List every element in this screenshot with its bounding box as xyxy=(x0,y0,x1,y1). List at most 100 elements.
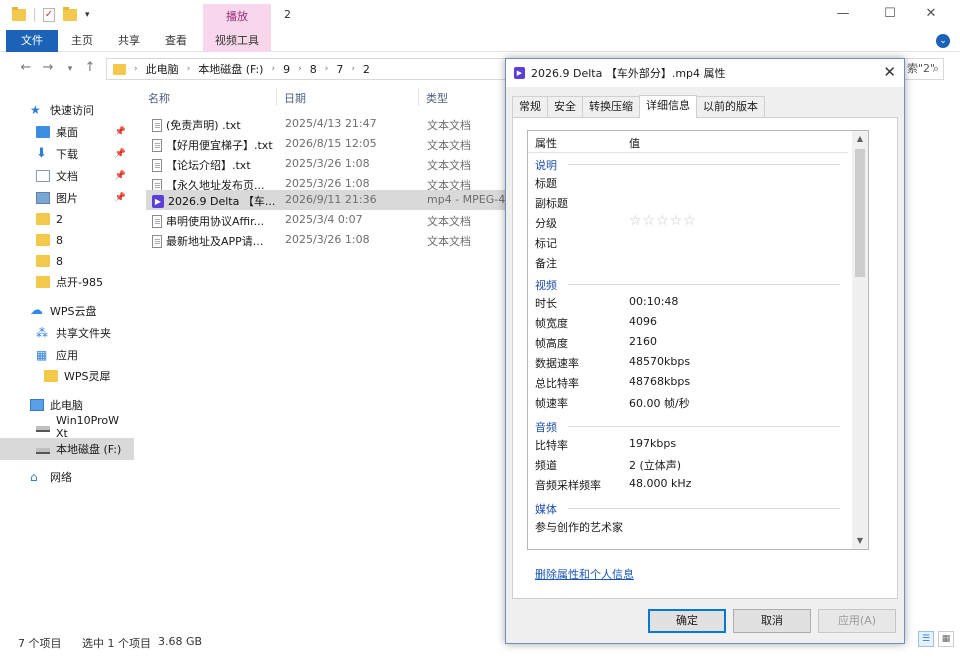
forward-arrow-icon[interactable]: → xyxy=(40,60,56,75)
sidebar-item-downloads[interactable]: ⬇ 下载 📌 xyxy=(0,143,134,165)
sidebar-item-folder-2[interactable]: 2 xyxy=(0,208,134,230)
column-divider[interactable] xyxy=(276,88,277,106)
property-row[interactable]: 帧宽度 4096 xyxy=(528,312,848,332)
tab-convert-compress[interactable]: 转换压缩 xyxy=(582,96,640,117)
property-row[interactable]: 音频采样频率 48.000 kHz xyxy=(528,474,848,494)
minimize-icon[interactable]: — xyxy=(828,6,858,21)
sidebar-item-label: 共享文件夹 xyxy=(56,327,111,340)
address-bar[interactable]: › 此电脑 › 本地磁盘 (F:) › 9 › 8 › 7 › 2 xyxy=(106,58,506,80)
property-row[interactable]: 备注 xyxy=(528,252,848,272)
file-row[interactable]: 【论坛介绍】.txt 2025/3/26 1:08 文本文档 xyxy=(146,154,510,174)
sidebar-item-this-pc[interactable]: 此电脑 xyxy=(0,394,134,416)
sidebar-item-desktop[interactable]: 桌面 📌 xyxy=(0,121,134,143)
tab-file[interactable]: 文件 xyxy=(6,30,58,52)
tab-share[interactable]: 共享 xyxy=(111,30,147,52)
file-name: 2026.9 Delta 【车... xyxy=(168,195,276,208)
sidebar-item-pictures[interactable]: 图片 📌 xyxy=(0,187,134,209)
property-row[interactable]: 比特率 197kbps xyxy=(528,434,848,454)
property-row[interactable]: 总比特率 48768kbps xyxy=(528,372,848,392)
property-row[interactable]: 数据速率 48570kbps xyxy=(528,352,848,372)
property-row[interactable]: 标记 xyxy=(528,232,848,252)
rating-stars[interactable]: ☆☆☆☆☆ xyxy=(629,213,697,229)
sidebar-item-network[interactable]: ⌂ 网络 xyxy=(0,466,134,488)
tab-previous-versions[interactable]: 以前的版本 xyxy=(696,96,765,117)
breadcrumb-drive-f[interactable]: 本地磁盘 (F:) xyxy=(198,61,263,77)
folder-icon[interactable] xyxy=(12,7,26,21)
sidebar-item-folder-8[interactable]: 8 xyxy=(0,229,134,251)
property-row[interactable]: 帧高度 2160 xyxy=(528,332,848,352)
remove-properties-link[interactable]: 删除属性和个人信息 xyxy=(535,566,634,582)
close-icon[interactable]: ✕ xyxy=(916,6,946,21)
new-folder-icon[interactable] xyxy=(63,7,77,21)
sidebar-item-label: 点开-985 xyxy=(56,276,103,289)
sidebar-item-win10-drive[interactable]: Win10ProW Xt xyxy=(0,414,134,440)
file-row[interactable]: 串明使用协议Affir... 2025/3/4 0:07 文本文档 xyxy=(146,210,510,230)
breadcrumb-2[interactable]: 2 xyxy=(363,63,370,76)
sidebar-item-label: 8 xyxy=(56,233,63,247)
property-value: 4096 xyxy=(629,315,657,328)
tab-video-tools[interactable]: 视频工具 xyxy=(203,30,271,52)
property-row[interactable]: 帧速率 60.00 帧/秒 xyxy=(528,392,848,412)
scroll-up-icon[interactable]: ▲ xyxy=(852,131,868,147)
property-row[interactable]: 时长 00:10:48 xyxy=(528,292,848,312)
sidebar-item-wps-lingxi[interactable]: WPS灵犀 xyxy=(0,365,134,387)
tab-details[interactable]: 详细信息 xyxy=(639,95,697,118)
tab-general[interactable]: 常规 xyxy=(512,96,548,117)
sidebar-item-quick-access[interactable]: ★ 快速访问 xyxy=(0,99,134,121)
file-row[interactable]: 最新地址及APP请... 2025/3/26 1:08 文本文档 xyxy=(146,230,510,250)
scroll-down-icon[interactable]: ▼ xyxy=(852,533,868,549)
sidebar-item-drive-f[interactable]: 本地磁盘 (F:) xyxy=(0,438,134,460)
file-row-selected[interactable]: ▶ 2026.9 Delta 【车... 2026/9/11 21:36 mp4 … xyxy=(146,190,510,210)
properties-icon[interactable]: ✓ xyxy=(43,8,55,22)
customize-toolbar-icon[interactable]: ▾ xyxy=(85,10,90,20)
property-row[interactable]: 副标题 xyxy=(528,192,848,212)
maximize-icon[interactable]: ☐ xyxy=(875,6,905,21)
sidebar-item-folder-8b[interactable]: 8 xyxy=(0,250,134,272)
file-row[interactable]: 【好用便宜梯子】.txt 2026/8/15 12:05 文本文档 xyxy=(146,134,510,154)
context-tab-play[interactable]: 播放 xyxy=(203,4,271,30)
property-row[interactable]: 参与创作的艺术家 xyxy=(528,516,848,536)
property-row[interactable]: 标题 xyxy=(528,172,848,192)
tab-view[interactable]: 查看 xyxy=(158,30,194,52)
ok-button[interactable]: 确定 xyxy=(648,609,726,633)
back-arrow-icon[interactable]: ← xyxy=(18,60,34,75)
sidebar-item-folder-985[interactable]: 点开-985 xyxy=(0,271,134,293)
column-header-type[interactable]: 类型 xyxy=(426,90,448,106)
large-icons-view-icon[interactable]: ▦ xyxy=(938,631,954,647)
breadcrumb-7[interactable]: 7 xyxy=(336,63,343,76)
computer-icon xyxy=(30,399,44,411)
breadcrumb-this-pc[interactable]: 此电脑 xyxy=(146,61,179,77)
file-row[interactable]: (免责声明) .txt 2025/4/13 21:47 文本文档 xyxy=(146,114,510,134)
sidebar-item-apps[interactable]: ▦ 应用 xyxy=(0,344,134,366)
file-name: 最新地址及APP请... xyxy=(166,235,264,248)
desktop-icon xyxy=(36,126,50,138)
search-input[interactable]: 索"2" ⌕ xyxy=(904,58,944,80)
tab-security[interactable]: 安全 xyxy=(547,96,583,117)
cancel-button[interactable]: 取消 xyxy=(733,609,811,633)
property-list-scrollbar[interactable]: ▲ ▼ xyxy=(852,131,868,549)
chevron-right-icon: › xyxy=(324,64,329,74)
scrollbar-thumb[interactable] xyxy=(855,149,865,277)
column-header-value[interactable]: 值 xyxy=(629,135,640,151)
close-icon[interactable]: ✕ xyxy=(883,63,896,81)
up-arrow-icon[interactable]: ↑ xyxy=(82,60,98,75)
sidebar-item-documents[interactable]: 文档 📌 xyxy=(0,165,134,187)
sidebar-item-wps-cloud[interactable]: ☁ WPS云盘 xyxy=(0,300,134,322)
ribbon-expand-icon[interactable]: ⌄ xyxy=(936,34,950,48)
column-header-property[interactable]: 属性 xyxy=(535,135,557,151)
column-divider[interactable] xyxy=(418,88,419,106)
property-row[interactable]: 频道 2 (立体声) xyxy=(528,454,848,474)
property-row[interactable]: 分级 ☆☆☆☆☆ xyxy=(528,212,848,232)
sidebar-item-shared-folder[interactable]: ⁂ 共享文件夹 xyxy=(0,322,134,344)
property-list[interactable]: 属性 值 说明 标题 副标题 分级 ☆☆☆☆☆ 标记 备注 视频 时长 00:1… xyxy=(527,130,869,550)
details-view-icon[interactable]: ☰ xyxy=(918,631,934,647)
column-header-name[interactable]: 名称 xyxy=(148,90,170,106)
breadcrumb-8[interactable]: 8 xyxy=(310,63,317,76)
quick-access-toolbar: ✓ ▾ xyxy=(12,7,90,22)
recent-locations-icon[interactable]: ▾ xyxy=(62,64,78,74)
apply-button[interactable]: 应用(A) xyxy=(818,609,896,633)
column-header-date[interactable]: 日期 xyxy=(284,90,306,106)
breadcrumb-9[interactable]: 9 xyxy=(283,63,290,76)
tab-home[interactable]: 主页 xyxy=(64,30,100,52)
folder-icon xyxy=(36,255,50,267)
